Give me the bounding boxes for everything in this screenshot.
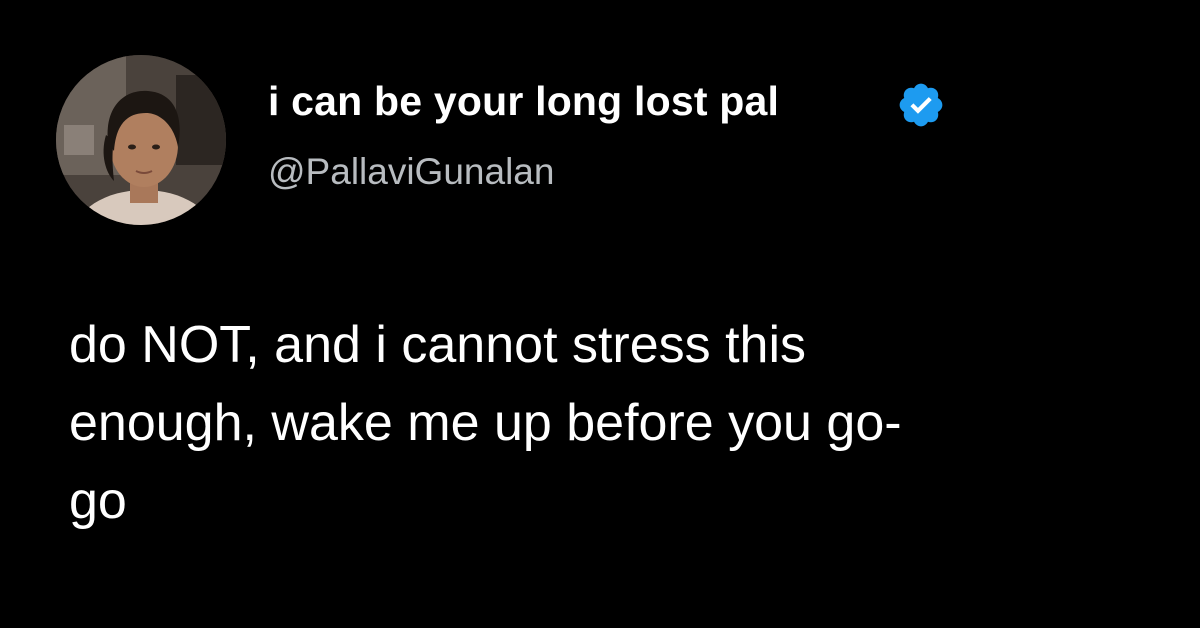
user-handle[interactable]: @PallaviGunalan — [268, 151, 554, 193]
avatar[interactable] — [56, 55, 226, 225]
verified-badge-icon — [896, 80, 946, 130]
display-name[interactable]: i can be your long lost pal — [268, 78, 779, 125]
profile-photo-icon — [56, 55, 226, 225]
tweet-card: i can be your long lost pal @PallaviGuna… — [0, 0, 1200, 628]
tweet-text: do NOT, and i cannot stress this enough,… — [69, 316, 902, 530]
